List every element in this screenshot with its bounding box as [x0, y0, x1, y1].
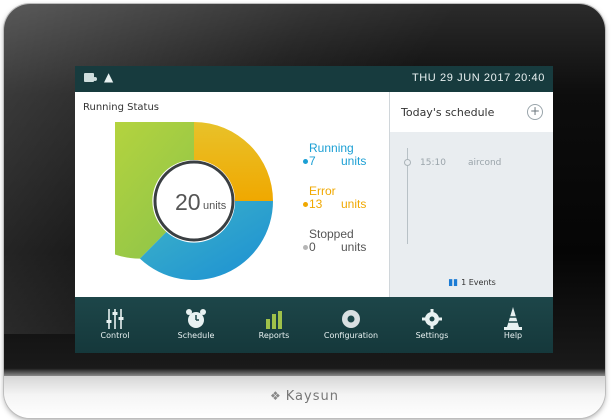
alarm-clock-icon	[186, 309, 206, 328]
nav-reports-label: Reports	[258, 331, 290, 340]
cone-icon	[504, 307, 522, 330]
schedule-panel: Today's schedule + 15:10 aircond ▮▮ 1 Eve…	[389, 92, 553, 297]
status-bar: ▲ THU 29 JUN 2017 20:40	[75, 66, 553, 92]
event-time[interactable]: 15:10	[420, 158, 446, 168]
legend-error-unit: units	[341, 197, 367, 211]
bar-chart-icon	[266, 311, 282, 329]
gear-icon	[422, 309, 442, 329]
nav-settings-label: Settings	[415, 331, 449, 340]
device-frame: ▲ THU 29 JUN 2017 20:40 Running Status 2…	[4, 4, 605, 418]
running-dot	[303, 159, 308, 164]
speaker-icon[interactable]: ▲	[104, 70, 113, 84]
sliders-icon	[106, 309, 124, 329]
panel-icon[interactable]	[84, 73, 97, 82]
legend-stopped: Stopped 0 units	[303, 228, 367, 254]
nav-help-label: Help	[503, 331, 523, 340]
brand-icon: ❖	[270, 389, 282, 403]
panel-title: Running Status	[83, 102, 160, 113]
timeline-dot	[404, 159, 411, 166]
nav-schedule[interactable]: Schedule	[161, 297, 231, 353]
nav-settings[interactable]: Settings	[397, 297, 467, 353]
plus-icon: +	[529, 104, 541, 118]
nav-control-label: Control	[100, 331, 130, 340]
legend-stopped-unit: units	[341, 240, 367, 254]
schedule-header: Today's schedule +	[390, 92, 553, 132]
brand-name: Kaysun	[285, 389, 339, 404]
bottom-nav: Control Schedule Reports Configuration S…	[75, 297, 553, 353]
nav-control[interactable]: Control	[80, 297, 150, 353]
error-dot	[303, 202, 308, 207]
gear-circle-icon	[342, 310, 360, 328]
event-name[interactable]: aircond	[468, 158, 501, 168]
nav-configuration-label: Configuration	[323, 331, 379, 340]
events-count-label: 1 Events	[461, 278, 496, 287]
stopped-dot	[303, 245, 308, 250]
nav-configuration[interactable]: Configuration	[316, 297, 386, 353]
datetime-display: THU 29 JUN 2017 20:40	[411, 72, 545, 84]
legend-running: Running 7 units	[303, 142, 367, 168]
events-icon: ▮▮	[448, 278, 459, 288]
total-unit: units	[203, 200, 227, 212]
total-value: 20	[175, 189, 201, 215]
nav-schedule-label: Schedule	[177, 331, 215, 340]
nav-reports[interactable]: Reports	[239, 297, 309, 353]
status-donut-chart: 20 units	[115, 122, 273, 280]
touch-screen: ▲ THU 29 JUN 2017 20:40 Running Status 2…	[75, 66, 553, 353]
legend-running-unit: units	[341, 154, 367, 168]
add-schedule-button[interactable]: +	[527, 104, 543, 120]
nav-help[interactable]: Help	[478, 297, 548, 353]
events-count[interactable]: ▮▮ 1 Events	[390, 278, 553, 288]
running-status-panel: Running Status 20 units Running 7 units …	[75, 92, 389, 297]
legend-running-value: 7	[309, 154, 316, 168]
brand-logo: ❖ Kaysun	[4, 389, 605, 404]
schedule-title: Today's schedule	[401, 106, 495, 119]
legend-stopped-value: 0	[309, 240, 316, 254]
legend-error-value: 13	[309, 197, 323, 211]
legend-error: Error 13 units	[303, 185, 367, 211]
